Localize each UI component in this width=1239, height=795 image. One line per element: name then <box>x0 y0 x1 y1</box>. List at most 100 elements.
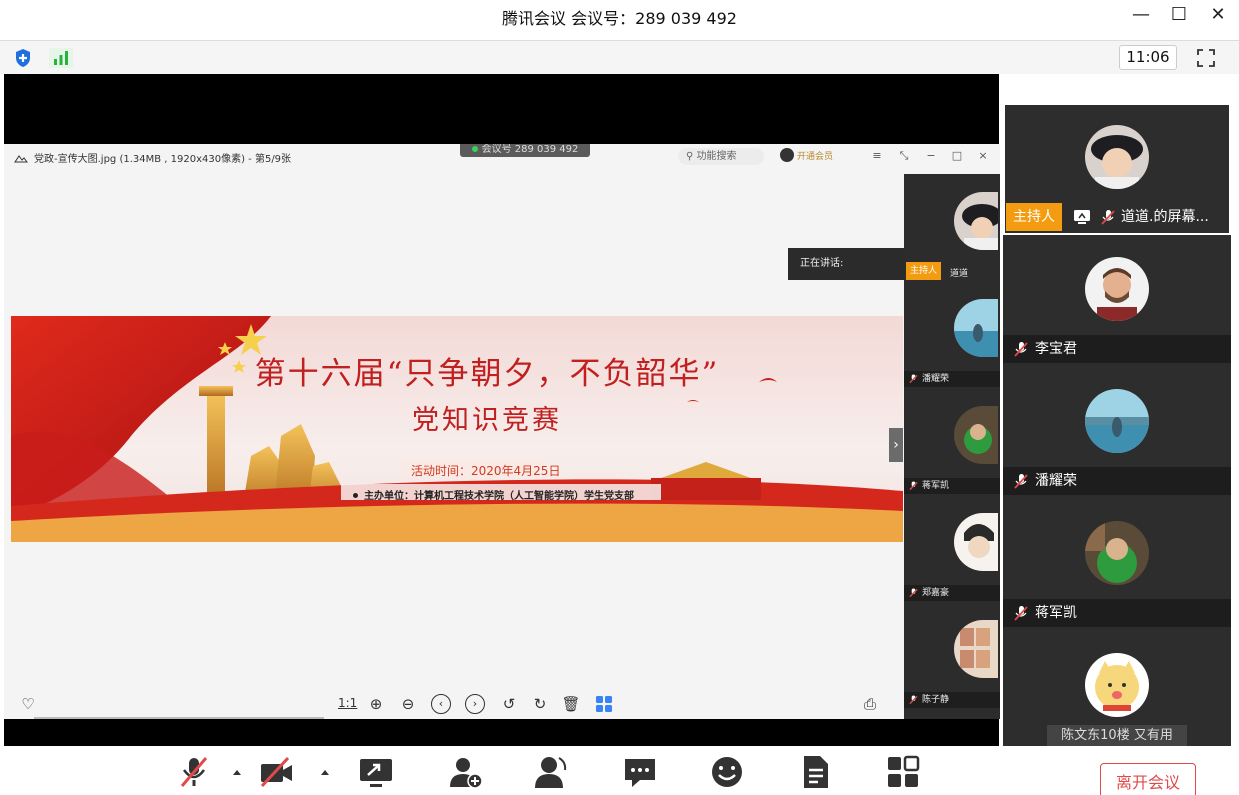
host-tile[interactable]: 主持人 道道.的屏幕... <box>1003 103 1231 235</box>
shared-gallery-strip: 主持人 道道 潘耀荣 蒋军凯 郑嘉豪 陈子静 <box>904 174 1000 719</box>
image-viewer-title: 党政-宣传大图.jpg (1.34MB , 1920x430像素) - 第5/9… <box>14 150 291 165</box>
avatar <box>954 192 998 250</box>
prev-icon[interactable]: ‹ <box>431 694 451 714</box>
next-image-button[interactable]: › <box>889 428 903 462</box>
strip-namebar: 郑嘉豪 <box>904 585 1000 601</box>
print-icon[interactable]: ⎙ <box>860 694 880 714</box>
banner-date: 活动时间：2020年4月25日 <box>411 464 561 478</box>
document-icon[interactable] <box>798 754 834 790</box>
viewer-search-placeholder: 功能搜索 <box>696 151 737 162</box>
chat-icon[interactable] <box>622 754 658 790</box>
strip-tile[interactable]: 主持人 道道 <box>904 174 1000 280</box>
viewer-shrink-icon[interactable]: ⤡ <box>897 149 911 163</box>
viewer-maximize-icon[interactable]: □ <box>950 149 964 162</box>
mic-muted-icon <box>1101 210 1115 225</box>
caret-up-icon[interactable] <box>320 768 330 778</box>
banner-image: 第十六届“只争朝夕，不负韶华” 党知识竞赛 活动时间：2020年4月25日 主办… <box>11 316 903 542</box>
shield-icon[interactable] <box>14 48 32 68</box>
banner-subtitle: 党知识竞赛 <box>412 405 562 436</box>
avatar <box>1085 521 1149 585</box>
leave-meeting-button[interactable]: 离开会议 <box>1100 763 1196 795</box>
viewer-close-icon[interactable]: × <box>976 149 990 162</box>
meeting-window: 腾讯会议 会议号：289 039 492 — ☐ ✕ 11:06 党政-宣传大图… <box>0 0 1239 795</box>
maximize-button[interactable]: ☐ <box>1166 4 1192 26</box>
apps-icon[interactable] <box>885 754 921 790</box>
mic-muted-icon[interactable] <box>176 754 212 790</box>
more-participants-bar[interactable]: 陈文东10楼 又有用 <box>1047 725 1187 746</box>
mic-muted-icon <box>1014 474 1028 489</box>
participant-namebar: 潘耀荣 <box>1003 467 1231 495</box>
viewer-search[interactable]: ⚲ 功能搜索 <box>678 148 764 165</box>
strip-tile[interactable]: 蒋军凯 <box>904 388 1000 494</box>
share-screen-icon[interactable] <box>358 754 394 790</box>
strip-tile[interactable]: 潘耀荣 <box>904 281 1000 387</box>
host-badge: 主持人 <box>1006 203 1062 231</box>
avatar <box>954 513 998 571</box>
favorite-icon[interactable]: ♡ <box>18 694 38 714</box>
mic-muted-icon <box>909 481 918 491</box>
zoom-in-icon[interactable]: ⊕ <box>366 694 386 714</box>
avatar <box>1085 257 1149 321</box>
avatar <box>954 620 998 678</box>
participant-tile[interactable]: 潘耀荣 <box>1003 367 1231 499</box>
thumbnails-icon[interactable] <box>594 694 614 714</box>
fullscreen-icon[interactable] <box>1196 48 1216 68</box>
actual-size-button[interactable]: 1:1 <box>338 696 357 710</box>
avatar <box>954 299 998 357</box>
camera-off-icon[interactable] <box>258 754 294 790</box>
participant-name: 潘耀荣 <box>1035 473 1077 489</box>
participant-tile[interactable]: 蒋军凯 <box>1003 499 1231 631</box>
strip-name: 陈子静 <box>922 695 950 705</box>
avatar <box>954 406 998 464</box>
shared-screen[interactable]: 党政-宣传大图.jpg (1.34MB , 1920x430像素) - 第5/9… <box>4 144 1000 719</box>
zoom-out-icon[interactable]: ⊖ <box>398 694 418 714</box>
invite-icon[interactable] <box>448 754 484 790</box>
title-bar: 腾讯会议 会议号：289 039 492 — ☐ ✕ <box>0 0 1239 32</box>
meeting-toolbar: 离开会议 <box>0 746 1239 795</box>
screen-share-icon <box>1074 210 1090 224</box>
delete-icon[interactable]: 🗑 <box>561 694 581 714</box>
host-badge: 主持人 <box>906 262 942 280</box>
vip-link[interactable]: 开通会员 <box>780 148 833 166</box>
bullet <box>353 493 358 498</box>
viewer-menu-icon[interactable]: ≡ <box>870 149 884 162</box>
caret-up-icon[interactable] <box>232 768 242 778</box>
mic-muted-icon <box>1014 342 1028 357</box>
strip-name: 蒋军凯 <box>922 481 950 491</box>
status-dot <box>471 146 478 152</box>
mic-muted-icon <box>909 588 918 598</box>
minimize-button[interactable]: — <box>1128 4 1154 26</box>
rotate-left-icon[interactable]: ↺ <box>499 694 519 714</box>
strip-namebar: 陈子静 <box>904 692 1000 708</box>
meeting-id-float: 会议号 289 039 492 <box>460 144 590 157</box>
strip-tile[interactable]: 郑嘉豪 <box>904 495 1000 601</box>
signal-icon[interactable] <box>49 48 73 68</box>
strip-name: 潘耀荣 <box>922 374 950 384</box>
strip-name: 郑嘉豪 <box>922 588 950 598</box>
reaction-icon[interactable] <box>709 754 745 790</box>
close-button[interactable]: ✕ <box>1205 4 1231 26</box>
image-icon <box>14 155 28 163</box>
mic-muted-icon <box>909 695 918 705</box>
strip-name: 道道 <box>950 269 969 279</box>
speaking-indicator: 正在讲话: <box>788 248 904 280</box>
rotate-right-icon[interactable]: ↻ <box>530 694 550 714</box>
participant-name: 李宝君 <box>1035 341 1077 357</box>
banner-host: 主办单位：计算机工程技术学院（人工智能学院）学生党支部 <box>353 487 634 502</box>
avatar <box>1085 653 1149 717</box>
avatar <box>1085 389 1149 453</box>
mic-muted-icon <box>909 374 918 384</box>
participant-namebar: 蒋军凯 <box>1003 599 1231 627</box>
search-icon: ⚲ <box>686 151 697 162</box>
avatar <box>1085 125 1149 189</box>
next-icon[interactable]: › <box>465 694 485 714</box>
status-bar: 11:06 <box>0 40 1239 74</box>
members-icon[interactable] <box>533 754 569 790</box>
participant-namebar: 李宝君 <box>1003 335 1231 363</box>
participant-tile[interactable]: 李宝君 <box>1003 235 1231 367</box>
strip-tile[interactable]: 陈子静 <box>904 602 1000 708</box>
strip-namebar: 潘耀荣 <box>904 371 1000 387</box>
viewer-minimize-icon[interactable]: − <box>924 149 938 162</box>
viewer-scrollbar[interactable] <box>34 717 324 719</box>
host-name: 道道.的屏幕... <box>1121 209 1209 225</box>
